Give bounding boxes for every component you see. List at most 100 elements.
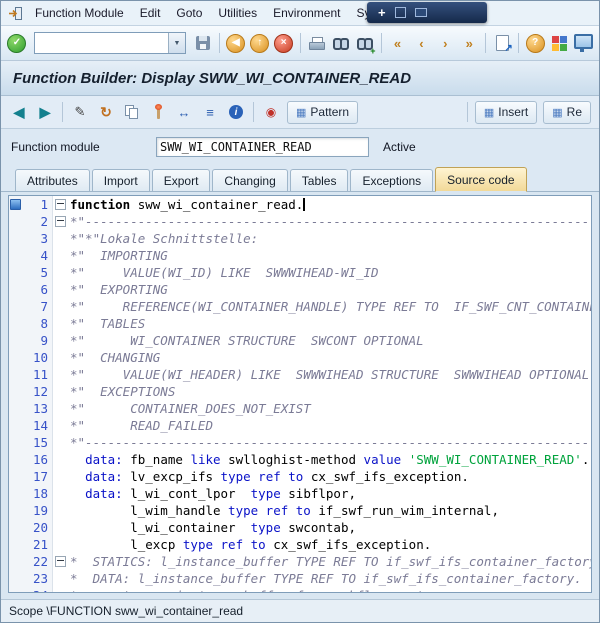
page-title: Function Builder: Display SWW_WI_CONTAIN… [13, 70, 411, 87]
copy-pages-icon [125, 105, 139, 119]
code-line[interactable]: 9*" WI_CONTAINER STRUCTURE SWCONT OPTION… [9, 332, 591, 349]
fold-margin [53, 570, 67, 587]
fold-collapse-icon[interactable] [55, 556, 66, 567]
nav-back-button[interactable]: ◀ [7, 100, 31, 124]
documentation-button[interactable]: i [224, 100, 248, 124]
cancel-button[interactable]: × [273, 31, 295, 55]
tab-tables[interactable]: Tables [290, 169, 349, 191]
pretty-printer-button[interactable]: ≡ [198, 100, 222, 124]
code-line[interactable]: 14*" READ_FAILED [9, 417, 591, 434]
code-line[interactable]: 5*" VALUE(WI_ID) LIKE SWWWIHEAD-WI_ID [9, 264, 591, 281]
code-line[interactable]: 6*" EXPORTING [9, 281, 591, 298]
activate-button[interactable] [146, 100, 170, 124]
function-module-label: Function module [11, 140, 156, 154]
display-change-button[interactable]: ✎ [68, 100, 92, 124]
fold-collapse-icon[interactable] [55, 199, 66, 210]
toolbar-separator [381, 33, 382, 53]
replace-label: Re [567, 105, 582, 119]
menu-utilities[interactable]: Utilities [210, 3, 265, 23]
function-module-input[interactable]: SWW_WI_CONTAINER_READ [156, 137, 369, 157]
copy-button[interactable] [120, 100, 144, 124]
code-line[interactable]: 12*" EXCEPTIONS [9, 383, 591, 400]
refresh-button[interactable]: ↻ [94, 100, 118, 124]
previous-page-button[interactable]: ‹ [410, 31, 432, 55]
code-line[interactable]: 21 l_excp type ref to cx_swf_ifs_excepti… [9, 536, 591, 553]
menu-edit[interactable]: Edit [132, 3, 169, 23]
code-line[interactable]: 4 *" IMPORTING [9, 247, 591, 264]
tab-exceptions[interactable]: Exceptions [350, 169, 433, 191]
plus-badge-icon: + [370, 46, 375, 56]
code-line[interactable]: 17 data: lv_excp_ifs type ref to cx_swf_… [9, 468, 591, 485]
line-number: 23 [22, 570, 53, 587]
code-line[interactable]: 3*"*"Lokale Schnittstelle: [9, 230, 591, 247]
code-line[interactable]: 2*"-------------------------------------… [9, 213, 591, 230]
tab-export[interactable]: Export [152, 169, 211, 191]
command-input[interactable] [35, 33, 168, 53]
active-status-text: Active [383, 140, 416, 154]
where-used-button[interactable]: ↔ [172, 100, 196, 124]
save-button[interactable] [192, 31, 214, 55]
gui-settings-button[interactable] [572, 31, 594, 55]
code-line[interactable]: 16 data: fb_name like swlloghist-method … [9, 451, 591, 468]
replace-button[interactable]: ▦ Re [543, 101, 591, 124]
icon-margin [9, 485, 22, 502]
code-line[interactable]: 1function sww_wi_container_read. [9, 196, 591, 213]
line-number: 4 [22, 247, 53, 264]
icon-margin [9, 400, 22, 417]
customize-layout-button[interactable] [548, 31, 570, 55]
icon-margin [9, 553, 22, 570]
code-line[interactable]: 15*"------------------------------------… [9, 434, 591, 451]
where-used-icon: ↔ [178, 105, 191, 120]
exit-arrow-icon: ↑ [250, 34, 269, 53]
tab-source-code[interactable]: Source code [435, 167, 526, 192]
code-line[interactable]: 18 data: l_wi_cont_lpor type sibflpor, [9, 485, 591, 502]
last-page-button[interactable]: » [458, 31, 480, 55]
command-field[interactable]: ▼ [34, 32, 186, 54]
next-page-button[interactable]: › [434, 31, 456, 55]
find-button[interactable] [330, 31, 352, 55]
code-line[interactable]: 19 l_wim_handle type ref to if_swf_run_w… [9, 502, 591, 519]
nav-forward-button[interactable]: ▶ [33, 100, 57, 124]
tab-attributes[interactable]: Attributes [15, 169, 90, 191]
code-line[interactable]: 8*" TABLES [9, 315, 591, 332]
print-button[interactable] [306, 31, 328, 55]
fold-margin [53, 553, 67, 570]
code-text: *" IMPORTING [67, 247, 591, 264]
code-editor[interactable]: 1function sww_wi_container_read.2*"-----… [8, 195, 592, 593]
enhancement-button[interactable]: ◉ [259, 100, 283, 124]
code-text: *" READ_FAILED [67, 417, 591, 434]
insert-button[interactable]: ▦ Insert [475, 101, 537, 124]
code-line[interactable]: 7*" REFERENCE(WI_CONTAINER_HANDLE) TYPE … [9, 298, 591, 315]
code-line[interactable]: 11*" VALUE(WI_HEADER) LIKE SWWWIHEAD STR… [9, 366, 591, 383]
command-dropdown-icon[interactable]: ▼ [168, 33, 185, 53]
application-toolbar: ◀ ▶ ✎ ↻ ↔ ≡ i ◉ ▦ Pattern ▦ Insert ▦ Re [1, 96, 599, 129]
session-exit-icon[interactable] [5, 3, 25, 23]
exit-button[interactable]: ↑ [249, 31, 271, 55]
back-button[interactable]: ◀ [225, 31, 247, 55]
fold-margin [53, 332, 67, 349]
layout-grid-icon [552, 36, 567, 51]
menu-goto[interactable]: Goto [168, 3, 210, 23]
menu-function-module[interactable]: Function Module [27, 3, 132, 23]
code-line[interactable]: 20 l_wi_container type swcontab, [9, 519, 591, 536]
code-line[interactable]: 10*" CHANGING [9, 349, 591, 366]
fold-margin [53, 519, 67, 536]
code-line[interactable]: 22* STATICS: l_instance_buffer TYPE REF … [9, 553, 591, 570]
pencil-icon: ✎ [75, 104, 86, 120]
tab-changing[interactable]: Changing [212, 169, 287, 191]
tab-import[interactable]: Import [92, 169, 150, 191]
create-shortcut-button[interactable]: ↗ [491, 31, 513, 55]
find-next-button[interactable]: + [354, 31, 376, 55]
code-line[interactable]: 13*" CONTAINER_DOES_NOT_EXIST [9, 400, 591, 417]
code-line[interactable]: 24* create new instance buffer for workf… [9, 587, 591, 593]
help-button[interactable]: ? [524, 31, 546, 55]
line-number: 5 [22, 264, 53, 281]
first-page-button[interactable]: « [387, 31, 409, 55]
enter-button[interactable]: ✓ [6, 31, 28, 55]
pattern-button[interactable]: ▦ Pattern [287, 101, 358, 124]
fold-collapse-icon[interactable] [55, 216, 66, 227]
menu-environment[interactable]: Environment [265, 3, 348, 23]
code-line[interactable]: 23 * DATA: l_instance_buffer TYPE REF TO … [9, 570, 591, 587]
code-text: l_wim_handle type ref to if_swf_run_wim_… [67, 502, 591, 519]
code-text: * DATA: l_instance_buffer TYPE REF TO if… [67, 570, 591, 587]
